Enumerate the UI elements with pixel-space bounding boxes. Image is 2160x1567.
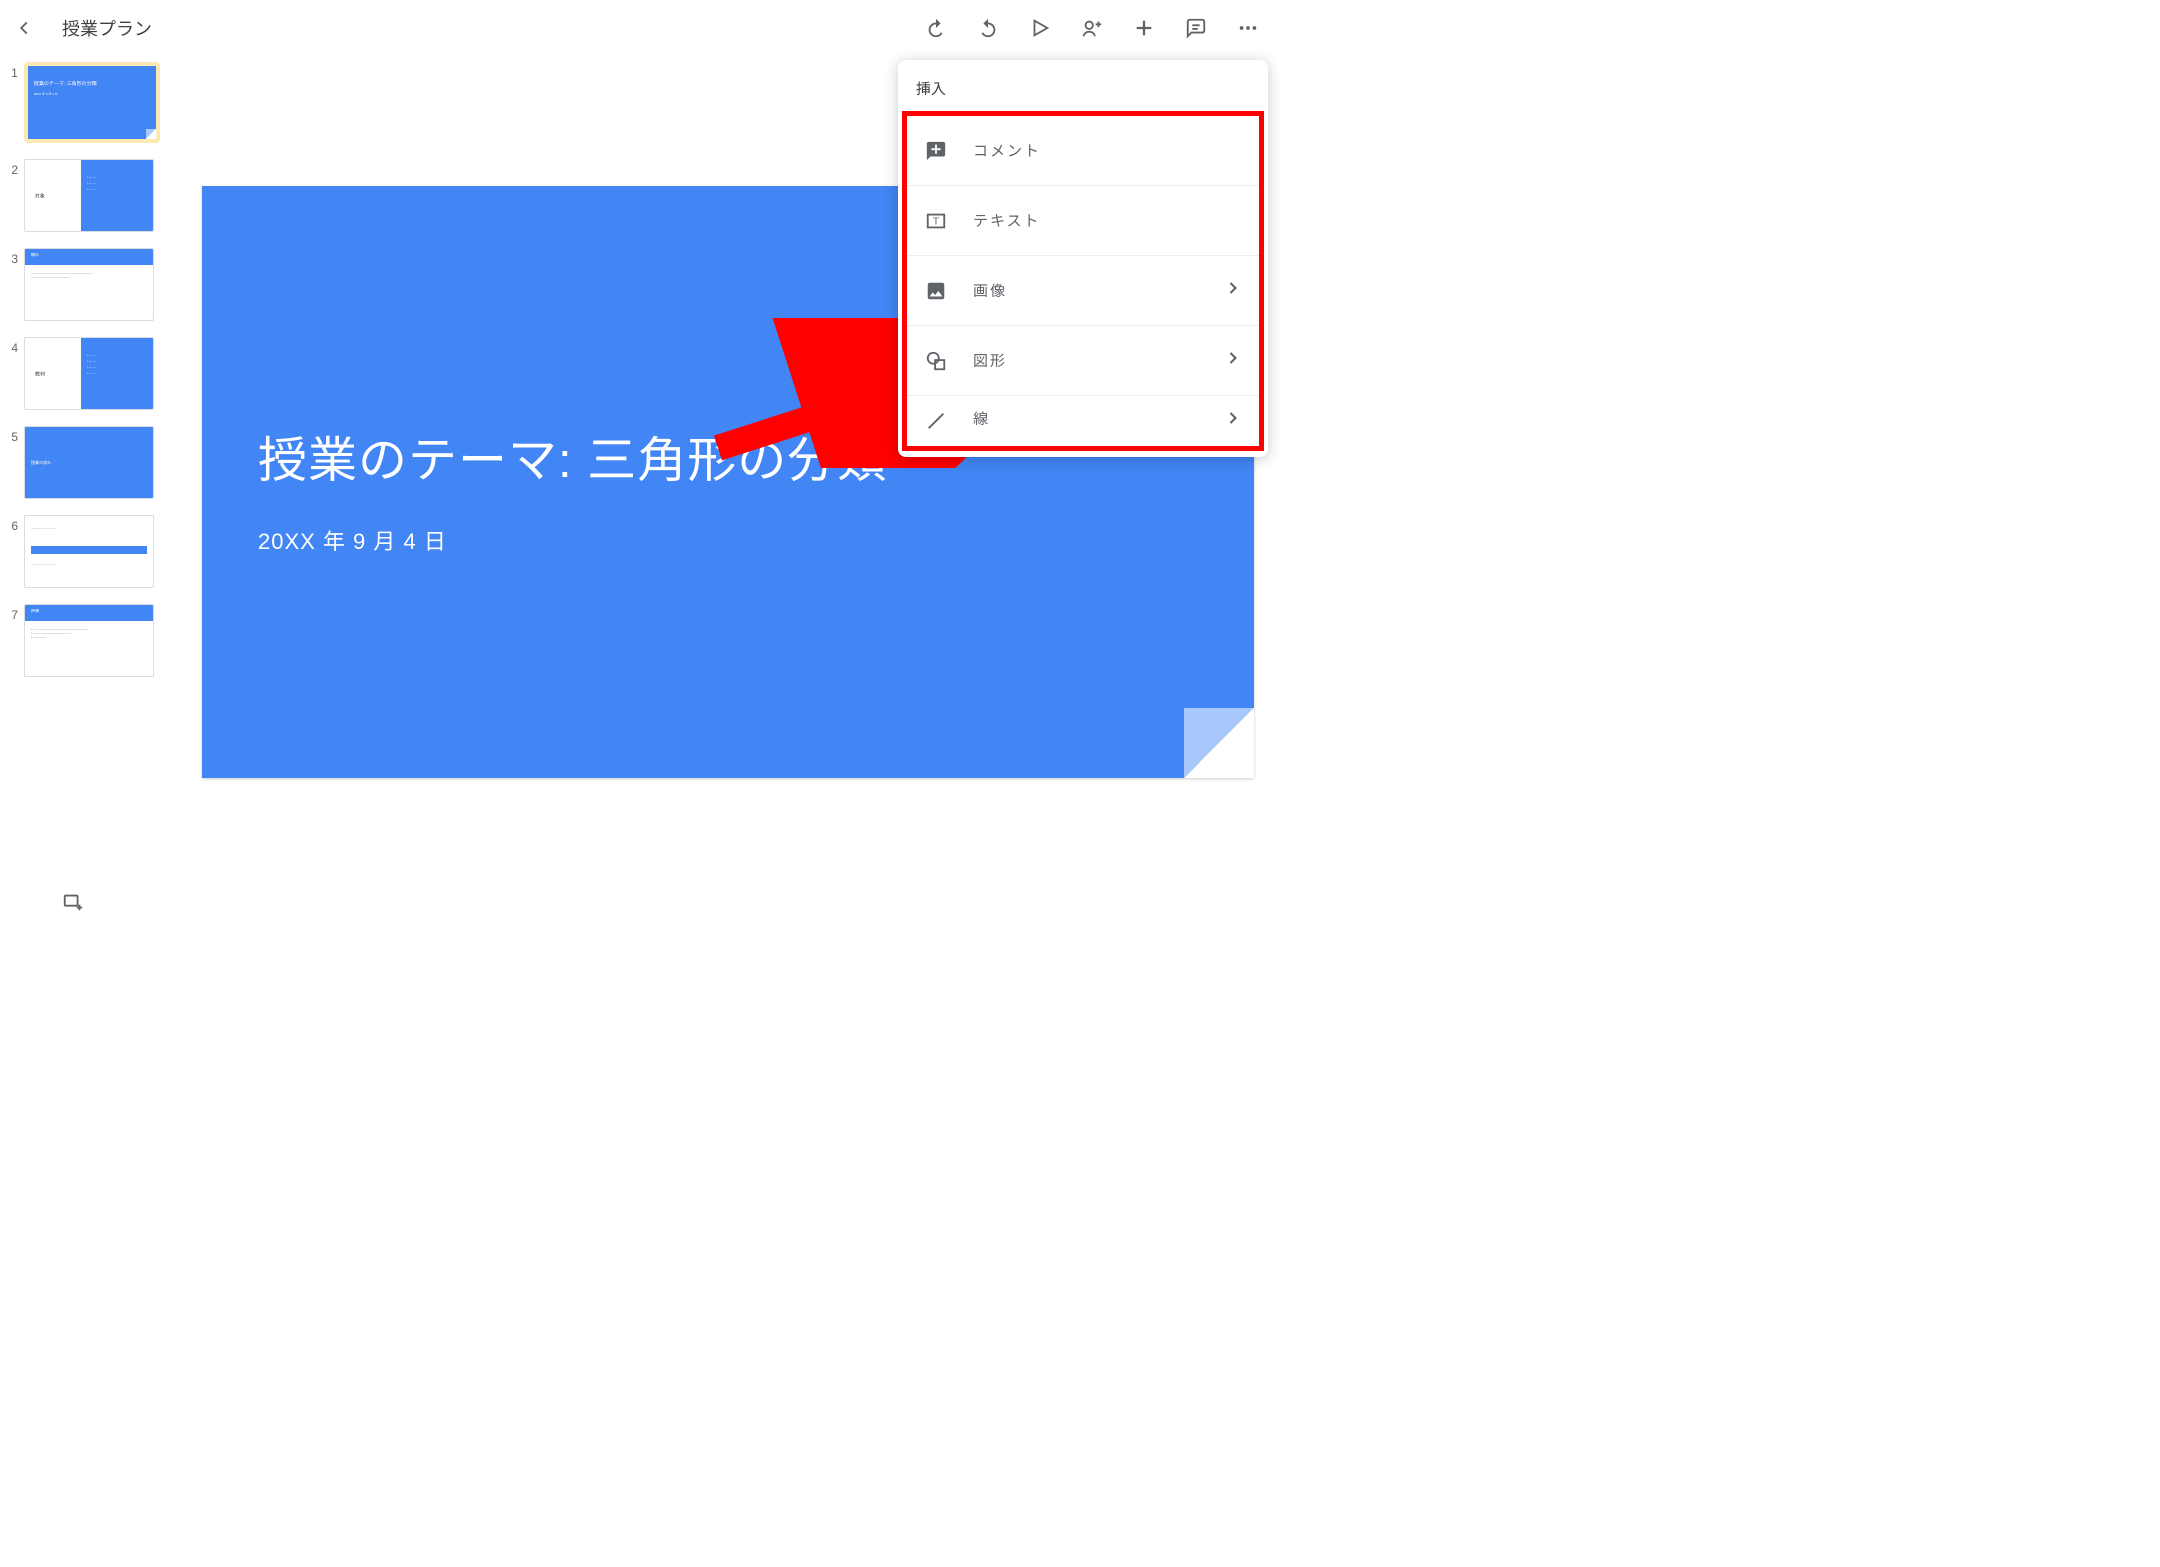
menu-label: 線 bbox=[973, 408, 1223, 429]
menu-item-text[interactable]: T テキスト bbox=[907, 186, 1259, 256]
new-slide-button[interactable] bbox=[60, 889, 86, 915]
thumbnail-7[interactable]: 評価 • ──────────────────────────• ───────… bbox=[24, 604, 154, 677]
thumb-row-4: 4 教材 • — —• — —• — —• — — bbox=[4, 337, 160, 410]
redo-button[interactable] bbox=[976, 16, 1000, 40]
thumb-row-7: 7 評価 • ──────────────────────────• ─────… bbox=[4, 604, 160, 677]
thumbnail-4[interactable]: 教材 • — —• — —• — —• — — bbox=[24, 337, 154, 410]
header-left: 授業プラン bbox=[12, 15, 152, 41]
app-root: 授業プラン bbox=[0, 0, 1280, 929]
header-toolbar bbox=[924, 16, 1268, 40]
comment-plus-icon bbox=[923, 138, 949, 164]
thumbnail-5[interactable]: 授業の流れ bbox=[24, 426, 154, 499]
undo-button[interactable] bbox=[924, 16, 948, 40]
menu-label: テキスト bbox=[973, 210, 1243, 231]
shapes-icon bbox=[923, 348, 949, 374]
thumb-number: 2 bbox=[4, 159, 18, 177]
insert-button[interactable] bbox=[1132, 16, 1156, 40]
insert-menu-title: 挿入 bbox=[898, 60, 1268, 111]
thumb-row-3: 3 概れ ───────────────────────────────────… bbox=[4, 248, 160, 321]
menu-item-line[interactable]: 線 bbox=[907, 396, 1259, 446]
annotation-highlight-box: コメント T テキスト 画像 図 bbox=[902, 111, 1264, 451]
document-title[interactable]: 授業プラン bbox=[62, 15, 152, 41]
thumb-row-1: 1 授業のテーマ: 三角形の分類 20XX 年 9 月 4 日 bbox=[4, 62, 160, 143]
thumb-row-5: 5 授業の流れ bbox=[4, 426, 160, 499]
chevron-right-icon bbox=[1223, 278, 1243, 303]
thumb-row-2: 2 対象 • — —• — —• — — bbox=[4, 159, 160, 232]
slide-date[interactable]: 20XX 年 9 月 4 日 bbox=[258, 524, 447, 556]
thumb-number: 1 bbox=[4, 62, 18, 80]
thumbnail-6[interactable]: ── ── ── ── ── ── ── ── ── ── bbox=[24, 515, 154, 588]
chevron-right-icon bbox=[1223, 348, 1243, 373]
chevron-right-icon bbox=[1223, 408, 1243, 433]
menu-item-image[interactable]: 画像 bbox=[907, 256, 1259, 326]
share-button[interactable] bbox=[1080, 16, 1104, 40]
slide-thumbnails: 1 授業のテーマ: 三角形の分類 20XX 年 9 月 4 日 2 対象 • —… bbox=[0, 56, 168, 929]
line-icon bbox=[923, 408, 949, 434]
present-button[interactable] bbox=[1028, 16, 1052, 40]
insert-menu: 挿入 コメント T テキスト 画像 bbox=[898, 60, 1268, 457]
thumb-number: 4 bbox=[4, 337, 18, 355]
svg-text:T: T bbox=[933, 216, 939, 227]
thumbnail-1[interactable]: 授業のテーマ: 三角形の分類 20XX 年 9 月 4 日 bbox=[24, 62, 160, 143]
slide-corner-fold bbox=[1184, 708, 1254, 778]
more-button[interactable] bbox=[1236, 16, 1260, 40]
thumb-number: 5 bbox=[4, 426, 18, 444]
thumb-number: 3 bbox=[4, 248, 18, 266]
sidebar-bottom bbox=[4, 875, 160, 929]
slide-title[interactable]: 授業のテーマ: 三角形の分類 bbox=[258, 421, 887, 492]
thumb-row-6: 6 ── ── ── ── ── ── ── ── ── ── bbox=[4, 515, 160, 588]
back-button[interactable] bbox=[12, 16, 36, 40]
menu-item-comment[interactable]: コメント bbox=[907, 116, 1259, 186]
image-icon bbox=[923, 278, 949, 304]
header: 授業プラン bbox=[0, 0, 1280, 56]
thumbnail-3[interactable]: 概れ ─────────────────────────────────────… bbox=[24, 248, 154, 321]
menu-item-shape[interactable]: 図形 bbox=[907, 326, 1259, 396]
menu-label: コメント bbox=[973, 140, 1243, 161]
menu-label: 図形 bbox=[973, 350, 1223, 371]
menu-label: 画像 bbox=[973, 280, 1223, 301]
thumb-number: 6 bbox=[4, 515, 18, 533]
thumb-number: 7 bbox=[4, 604, 18, 622]
comment-button[interactable] bbox=[1184, 16, 1208, 40]
text-box-icon: T bbox=[923, 208, 949, 234]
thumbnail-2[interactable]: 対象 • — —• — —• — — bbox=[24, 159, 154, 232]
